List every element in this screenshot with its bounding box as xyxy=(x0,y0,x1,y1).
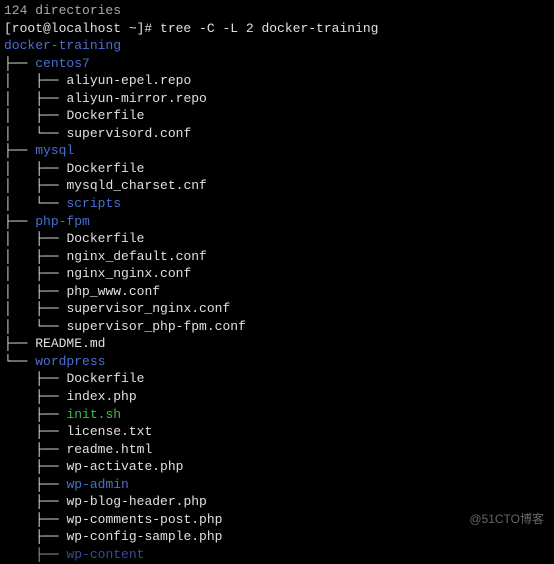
tree-file: ├── Dockerfile xyxy=(4,370,550,388)
tree-exec-init: ├── init.sh xyxy=(4,406,550,424)
tree-file: │ ├── nginx_nginx.conf xyxy=(4,265,550,283)
tree-dir-php-fpm: ├── php-fpm xyxy=(4,213,550,231)
tree-file: │ └── supervisor_php-fpm.conf xyxy=(4,318,550,336)
command-text: tree -C -L 2 docker-training xyxy=(160,21,378,36)
tree-dir-wp-content-cutoff: ├── wp-content xyxy=(4,546,550,564)
tree-dir-scripts: │ └── scripts xyxy=(4,195,550,213)
command-line: [root@localhost ~]# tree -C -L 2 docker-… xyxy=(4,20,550,38)
tree-dir-mysql: ├── mysql xyxy=(4,142,550,160)
tree-file: ├── license.txt xyxy=(4,423,550,441)
tree-file: │ ├── Dockerfile xyxy=(4,107,550,125)
tree-file: │ ├── Dockerfile xyxy=(4,160,550,178)
tree-dir-wordpress: └── wordpress xyxy=(4,353,550,371)
tree-file: │ ├── nginx_default.conf xyxy=(4,248,550,266)
tree-file: ├── wp-activate.php xyxy=(4,458,550,476)
truncated-line: 124 directories xyxy=(4,2,550,20)
tree-file: │ ├── aliyun-epel.repo xyxy=(4,72,550,90)
tree-file: ├── index.php xyxy=(4,388,550,406)
tree-dir-wp-admin: ├── wp-admin xyxy=(4,476,550,494)
watermark: @51CTO博客 xyxy=(469,511,544,527)
tree-file: ├── wp-config-sample.php xyxy=(4,528,550,546)
root-dir: docker-training xyxy=(4,37,550,55)
shell-prompt: [root@localhost ~]# xyxy=(4,21,160,36)
tree-file: │ └── supervisord.conf xyxy=(4,125,550,143)
tree-file: │ ├── aliyun-mirror.repo xyxy=(4,90,550,108)
tree-file: ├── readme.html xyxy=(4,441,550,459)
tree-file: │ ├── Dockerfile xyxy=(4,230,550,248)
tree-file: ├── wp-blog-header.php xyxy=(4,493,550,511)
tree-file: │ ├── php_www.conf xyxy=(4,283,550,301)
tree-file: ├── wp-comments-post.php xyxy=(4,511,550,529)
tree-file-readme: ├── README.md xyxy=(4,335,550,353)
tree-file: │ ├── supervisor_nginx.conf xyxy=(4,300,550,318)
tree-file: │ ├── mysqld_charset.cnf xyxy=(4,177,550,195)
tree-dir-centos7: ├── centos7 xyxy=(4,55,550,73)
